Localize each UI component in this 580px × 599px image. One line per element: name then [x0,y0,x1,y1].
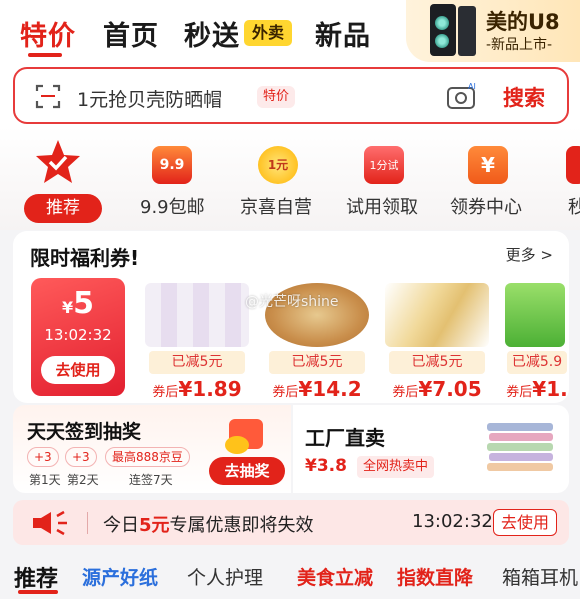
product-image [385,283,489,347]
promo-subtitle: -新品上市- [486,37,553,53]
notice-text: 今日5元专属优惠即将失效 [103,515,314,536]
notice-timer: 13:02:32 [412,511,493,532]
signin-title: 天天签到抽奖 [27,421,142,443]
tab-new[interactable]: 新品 [315,14,371,53]
shopping-bag-icon[interactable]: 1分试 [364,146,404,184]
tab-food[interactable]: 美食立减 [297,563,373,590]
day-badge: +3 [65,447,97,467]
notice-bar[interactable]: 今日5元专属优惠即将失效 13:02:32 去使用 [13,500,569,545]
divider [87,512,88,534]
product-image [505,283,565,347]
search-tag: 特价 [257,86,296,108]
product-price: 券后¥14.2 [272,377,362,401]
lottery-button[interactable]: 去抽奖 [209,457,285,485]
active-tab-indicator [28,53,62,57]
product-card[interactable]: 已减5.9 券后¥1. [505,283,569,401]
coupon-card: 限时福利券! 更多 > ¥5 13:02:32 去使用 已减5元 券后¥1.89… [13,231,569,403]
search-bar[interactable]: 1元抢贝壳防晒帽 特价 AI 搜索 [13,67,569,124]
product-price: 券后¥7.05 [392,377,482,401]
watermark: @光芒呀shine [245,294,339,310]
product-card[interactable]: 已减5元 券后¥1.89 [145,283,249,401]
partial-category-icon[interactable] [566,146,580,184]
gift-icon [225,419,263,454]
tab-price-drop[interactable]: 指数直降 [397,563,473,590]
towel-stack-image [487,423,553,471]
promo-banner[interactable]: 美的U8 -新品上市- [406,0,580,62]
top-nav: 特价 首页 秒送 外卖 新品 美的U8 -新品上市- [0,0,580,66]
more-link[interactable]: 更多 > [506,244,553,265]
red-coupon[interactable]: ¥5 13:02:32 去使用 [31,278,125,396]
phone-image-side [458,6,476,56]
coupon-value: ¥5 [61,286,94,321]
category-jingxi[interactable]: 京喜自营 [240,193,312,219]
promo-title: 美的U8 [486,10,560,34]
scan-icon[interactable] [35,83,61,109]
day-badge: +3 [27,447,59,467]
phone-image [430,4,456,56]
svg-text:AI: AI [468,82,476,91]
search-button[interactable]: 搜索 [503,82,545,112]
bottom-category-tabs: 推荐 源产好纸 个人护理 美食立减 指数直降 箱箱耳机 [0,552,580,599]
product-card[interactable]: 已减5元 券后¥7.05 [385,283,489,401]
category-coupon-center[interactable]: 领券中心 [450,193,522,219]
discount-tag: 已减5.9 [507,351,567,374]
discount-tag: 已减5元 [269,351,365,374]
speaker-icon [33,510,67,536]
star-check-icon[interactable] [34,138,82,186]
waimai-badge: 外卖 [244,20,292,46]
category-recommend[interactable]: 推荐 [24,194,102,223]
coupon-center-icon[interactable]: ¥ [468,146,508,184]
tab-tejia[interactable]: 特价 [20,14,76,53]
product-price: 券后¥1.89 [152,377,242,401]
discount-tag: 已减5元 [389,351,485,374]
tab-home[interactable]: 首页 [103,14,159,53]
factory-card[interactable]: 工厂直卖 ¥3.8 全网热卖中 [293,405,569,493]
section-title: 限时福利券! [30,246,140,270]
tab-earphones[interactable]: 箱箱耳机 [502,563,578,590]
product-image [145,283,249,347]
factory-tag: 全网热卖中 [357,456,435,478]
factory-title: 工厂直卖 [305,426,385,450]
tab-miaosong[interactable]: 秒送 [184,14,240,53]
factory-price: ¥3.8 [305,456,347,476]
day-badge: 最高888京豆 [105,447,190,467]
search-placeholder[interactable]: 1元抢贝壳防晒帽 [77,85,222,112]
discount-tag: 已减5元 [149,351,245,374]
tab-recommend[interactable]: 推荐 [14,561,58,593]
camera-ai-icon[interactable]: AI [446,81,478,111]
coin-icon[interactable]: 1元 [258,146,298,184]
tab-personal-care[interactable]: 个人护理 [187,563,263,590]
free-shipping-icon[interactable]: 9.9 [152,146,192,184]
active-tab-indicator [18,590,58,594]
coupon-timer: 13:02:32 [44,326,112,344]
tab-paper[interactable]: 源产好纸 [82,563,158,590]
category-free-shipping[interactable]: 9.9包邮 [140,193,205,219]
notice-use-button[interactable]: 去使用 [493,509,557,536]
day-label: 连签7天 [129,473,173,487]
use-coupon-button[interactable]: 去使用 [41,356,115,384]
product-price: 券后¥1. [506,377,568,401]
category-partial[interactable]: 秒 [568,193,580,219]
signin-card[interactable]: 天天签到抽奖 +3 第1天 +3 第2天 最高888京豆 连签7天 去抽奖 [13,405,291,493]
day-label: 第1天 [29,473,61,487]
day-label: 第2天 [67,473,99,487]
category-trial[interactable]: 试用领取 [346,193,418,219]
